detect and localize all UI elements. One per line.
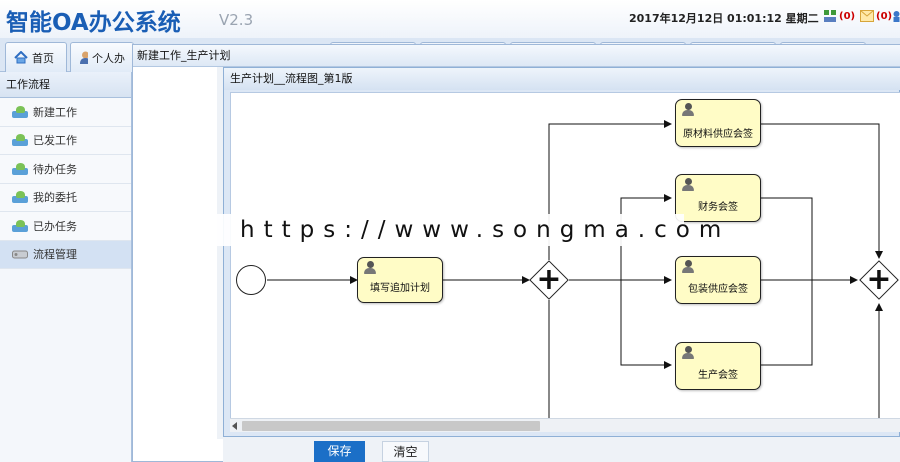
- mail-icon: [860, 10, 874, 22]
- task-label: 填写追加计划: [370, 283, 430, 294]
- app-header: 智能OA办公系统 V2.3 2017年12月12日 01:01:12 星期二 (…: [0, 0, 900, 38]
- app-version: V2.3: [219, 11, 254, 29]
- task-production-signoff[interactable]: 生产会签: [675, 342, 761, 390]
- tab-label: 个人办: [92, 51, 125, 65]
- workflow-icon: [12, 134, 28, 147]
- plus-icon: +: [866, 262, 892, 297]
- start-event[interactable]: [236, 265, 266, 295]
- user-icon: [364, 261, 376, 274]
- task-fill-plan[interactable]: 填写追加计划: [357, 257, 443, 303]
- work-window-title: 新建工作_生产计划: [133, 45, 900, 67]
- task-label: 原材料供应会签: [683, 129, 753, 140]
- notice-icon: [893, 11, 900, 22]
- sidebar-item-flow-management[interactable]: 流程管理: [0, 240, 131, 269]
- online-count: (0): [839, 10, 856, 22]
- notice-button[interactable]: [893, 9, 900, 23]
- task-label: 财务会签: [698, 202, 738, 213]
- task-label: 生产会签: [698, 370, 738, 381]
- watermark: https://www.songma.com: [214, 214, 721, 246]
- workflow-icon: [12, 191, 28, 204]
- home-icon: [14, 51, 28, 64]
- save-button[interactable]: 保存: [314, 441, 365, 462]
- scrollbar-thumb[interactable]: [242, 421, 540, 431]
- person-icon: [80, 51, 88, 64]
- sidebar-item-todo[interactable]: 待办任务: [0, 155, 131, 184]
- scroll-left-arrow-icon[interactable]: [232, 422, 237, 430]
- sidebar-item-done[interactable]: 已办任务: [0, 212, 131, 241]
- task-packaging-signoff[interactable]: 包装供应会签: [675, 256, 761, 304]
- clock: 2017年12月12日 01:01:12 星期二: [629, 12, 819, 25]
- clear-button[interactable]: 清空: [382, 441, 429, 462]
- user-icon: [682, 346, 694, 359]
- flowchart-window-title: 生产计划__流程图_第1版: [224, 68, 900, 90]
- online-users-button[interactable]: (0): [823, 9, 855, 23]
- sidebar-item-delegation[interactable]: 我的委托: [0, 183, 131, 212]
- flowchart-edges: [267, 120, 883, 418]
- sidebar-item-label: 新建工作: [33, 105, 77, 119]
- horizontal-scrollbar[interactable]: [230, 418, 900, 432]
- user-icon: [682, 178, 694, 191]
- sidebar-item-sent-work[interactable]: 已发工作: [0, 126, 131, 155]
- task-label: 包装供应会签: [688, 284, 748, 295]
- mail-count: (0): [876, 10, 893, 22]
- tab-home[interactable]: 首页: [5, 42, 67, 72]
- user-icon: [682, 260, 694, 273]
- flowchart-window: 生产计划__流程图_第1版 填写追加计划 + 原材料供应会签 财务会签 包装供应…: [223, 67, 900, 437]
- sidebar-item-label: 流程管理: [33, 248, 77, 262]
- task-raw-material-signoff[interactable]: 原材料供应会签: [675, 99, 761, 147]
- settings-drive-icon: [12, 250, 28, 259]
- user-icon: [682, 103, 694, 116]
- sidebar-title: 工作流程: [0, 72, 131, 98]
- sidebar-item-label: 我的委托: [33, 191, 77, 205]
- app-title: 智能OA办公系统: [6, 10, 181, 36]
- workflow-icon: [12, 219, 28, 232]
- tab-label: 首页: [32, 51, 54, 65]
- mail-button[interactable]: (0): [860, 9, 892, 23]
- workflow-icon: [12, 105, 28, 118]
- plus-icon: +: [536, 262, 562, 297]
- sidebar-item-label: 已发工作: [33, 134, 77, 148]
- online-users-icon: [824, 10, 836, 22]
- sidebar-item-label: 已办任务: [33, 219, 77, 233]
- workflow-icon: [12, 162, 28, 175]
- sidebar-item-new-work[interactable]: 新建工作: [0, 98, 131, 127]
- sidebar: 工作流程 新建工作 已发工作 待办任务 我的委托 已办任务 流程管理: [0, 72, 132, 462]
- sidebar-item-label: 待办任务: [33, 162, 77, 176]
- flowchart-canvas: 填写追加计划 + 原材料供应会签 财务会签 包装供应会签 生产会签 +: [230, 92, 900, 418]
- tab-personal[interactable]: 个人办: [70, 42, 134, 72]
